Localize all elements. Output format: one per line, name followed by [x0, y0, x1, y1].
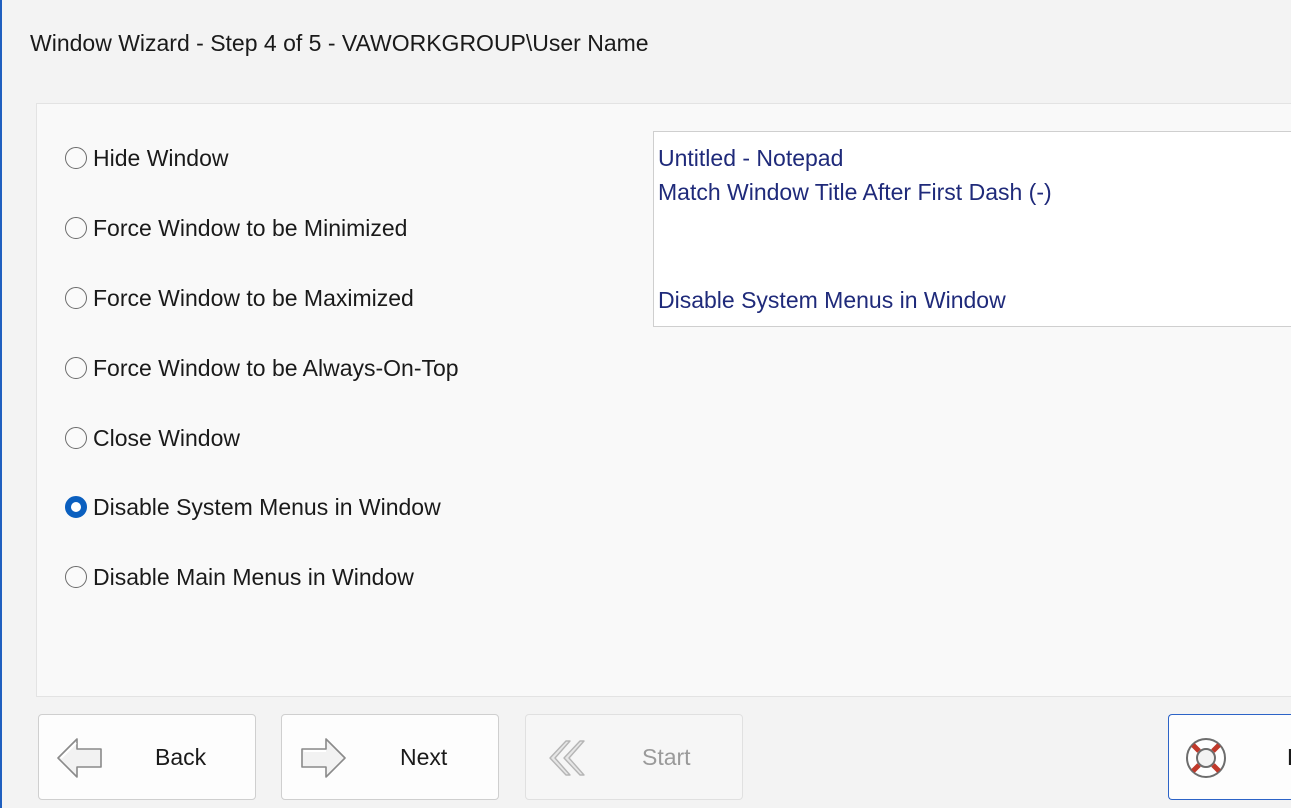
option-label: Force Window to be Always-On-Top — [93, 354, 459, 381]
option-label: Disable Main Menus in Window — [93, 563, 414, 590]
start-button[interactable]: Start — [525, 714, 743, 800]
radio-button-selected[interactable] — [65, 496, 87, 518]
option-always-on-top[interactable]: Force Window to be Always-On-Top — [65, 352, 459, 384]
radio-button[interactable] — [65, 147, 87, 169]
option-disable-system-menus[interactable]: Disable System Menus in Window — [65, 491, 441, 523]
help-button-label: H — [1287, 744, 1291, 771]
radio-button[interactable] — [65, 287, 87, 309]
next-button[interactable]: Next — [281, 714, 499, 800]
option-force-minimized[interactable]: Force Window to be Minimized — [65, 212, 407, 244]
option-close-window[interactable]: Close Window — [65, 422, 240, 454]
option-label: Hide Window — [93, 144, 229, 171]
option-hide-window[interactable]: Hide Window — [65, 142, 229, 174]
radio-button[interactable] — [65, 566, 87, 588]
start-button-label: Start — [642, 744, 691, 770]
summary-match-rule: Match Window Title After First Dash (-) — [658, 179, 1052, 205]
arrow-left-icon — [57, 738, 102, 778]
back-button-label: Back — [155, 744, 207, 770]
option-force-maximized[interactable]: Force Window to be Maximized — [65, 282, 414, 314]
next-button-label: Next — [400, 744, 448, 770]
back-button[interactable]: Back — [38, 714, 256, 800]
double-chevron-left-icon — [549, 740, 585, 776]
options-panel: Hide Window Force Window to be Minimized… — [36, 103, 1291, 697]
selection-summary-box: Untitled - Notepad Match Window Title Af… — [653, 131, 1291, 327]
option-label: Force Window to be Maximized — [93, 284, 414, 311]
summary-window-title: Untitled - Notepad — [658, 145, 844, 171]
option-label: Disable System Menus in Window — [93, 493, 441, 520]
lifebuoy-icon — [1186, 738, 1226, 778]
option-disable-main-menus[interactable]: Disable Main Menus in Window — [65, 561, 414, 593]
radio-button[interactable] — [65, 357, 87, 379]
summary-action: Disable System Menus in Window — [658, 287, 1006, 313]
window-title: Window Wizard - Step 4 of 5 - VAWORKGROU… — [30, 30, 649, 56]
radio-button[interactable] — [65, 217, 87, 239]
wizard-window: Window Wizard - Step 4 of 5 - VAWORKGROU… — [0, 0, 1291, 808]
title-bar: Window Wizard - Step 4 of 5 - VAWORKGROU… — [2, 0, 1291, 86]
help-button[interactable]: H — [1168, 714, 1291, 800]
option-label: Close Window — [93, 424, 240, 451]
arrow-right-icon — [301, 738, 346, 778]
option-label: Force Window to be Minimized — [93, 214, 408, 241]
radio-button[interactable] — [65, 427, 87, 449]
